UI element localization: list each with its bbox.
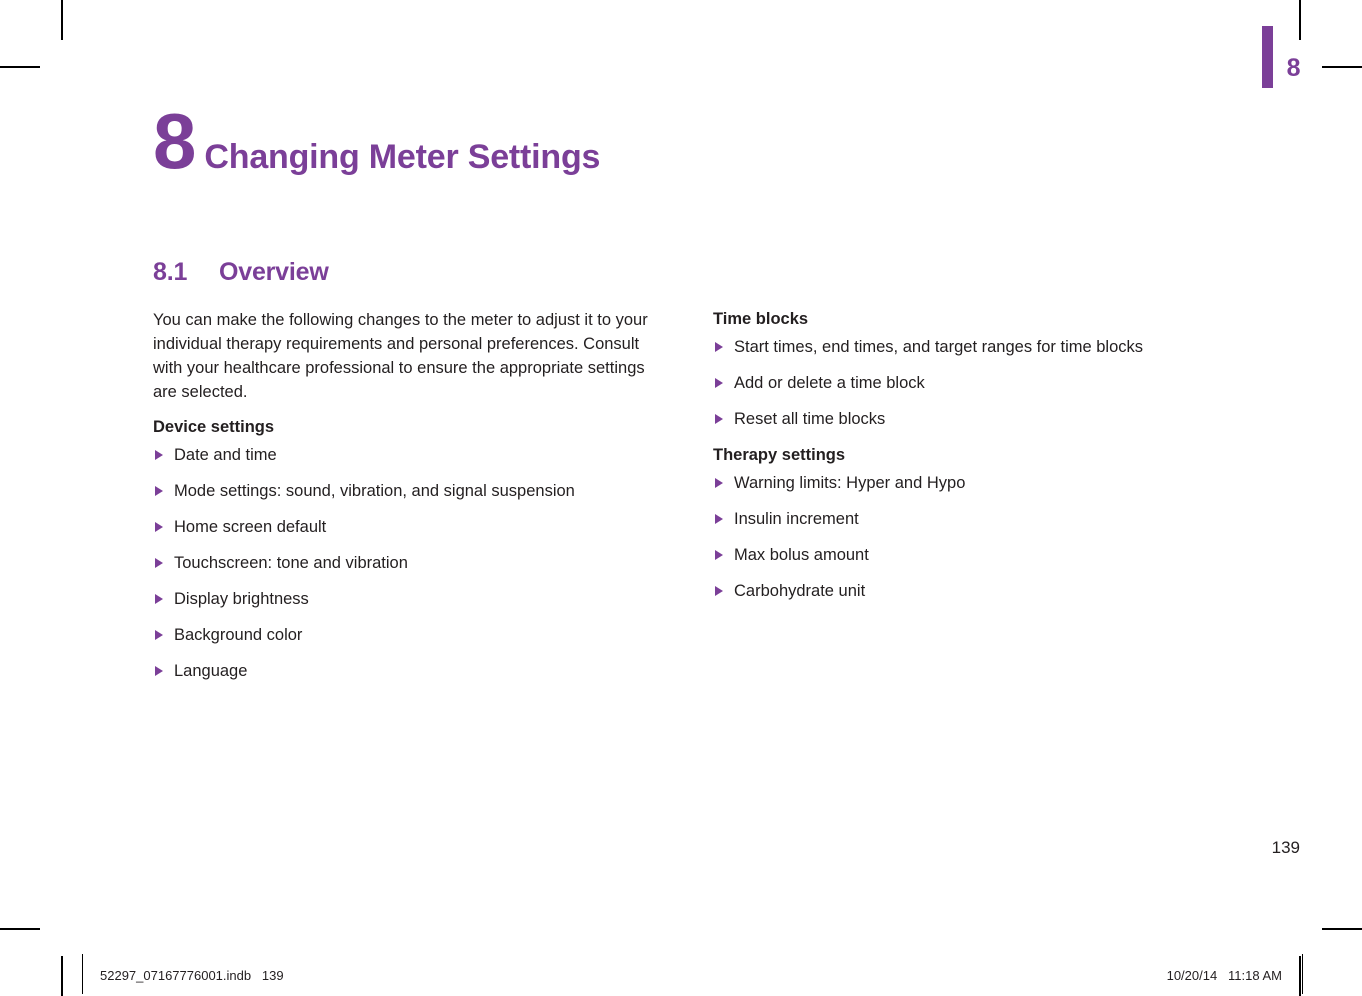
section-number: 8.1: [153, 258, 188, 286]
list-item: Display brightness: [153, 588, 659, 610]
triangle-right-icon: [715, 550, 723, 560]
chapter-tab-number: 8: [1286, 54, 1301, 82]
list-item: Insulin increment: [713, 508, 1219, 530]
content-columns: You can make the following changes to th…: [153, 308, 1219, 696]
triangle-right-icon: [715, 342, 723, 352]
manual-page: 8 8 Changing Meter Settings 8.1 Overview…: [0, 0, 1362, 930]
chapter-tab-bar: [1261, 26, 1273, 88]
footer-rule-right: [1302, 954, 1303, 994]
right-column: Time blocks Start times, end times, and …: [713, 308, 1219, 696]
list-item-label: Max bolus amount: [734, 546, 869, 564]
list-item: Max bolus amount: [713, 544, 1219, 566]
section-title: Overview: [219, 258, 329, 286]
list-item-label: Background color: [174, 626, 303, 644]
footer-timestamp: 10/20/14 11:18 AM: [1166, 968, 1282, 983]
chapter-title-text: Changing Meter Settings: [204, 138, 601, 176]
list-item: Warning limits: Hyper and Hypo: [713, 472, 1219, 494]
triangle-right-icon: [155, 666, 163, 676]
footer-rule-left: [82, 954, 83, 994]
list-item-label: Add or delete a time block: [734, 374, 925, 392]
list-item: Carbohydrate unit: [713, 580, 1219, 602]
therapy-settings-heading: Therapy settings: [713, 446, 846, 464]
list-item-label: Start times, end times, and target range…: [734, 338, 1144, 356]
chapter-number: 8: [153, 97, 196, 185]
list-item-label: Date and time: [174, 446, 277, 464]
list-item-label: Home screen default: [174, 518, 327, 536]
list-item: Reset all time blocks: [713, 408, 1219, 430]
list-item-label: Touchscreen: tone and vibration: [174, 554, 408, 572]
page-number: 139: [1271, 838, 1300, 857]
list-item-label: Insulin increment: [734, 510, 859, 528]
list-item: Home screen default: [153, 516, 659, 538]
time-blocks-list: Start times, end times, and target range…: [713, 336, 1219, 430]
triangle-right-icon: [715, 514, 723, 524]
triangle-right-icon: [155, 594, 163, 604]
triangle-right-icon: [715, 478, 723, 488]
triangle-right-icon: [715, 586, 723, 596]
list-item-label: Display brightness: [174, 590, 309, 608]
chapter-tab: 8: [1261, 26, 1301, 88]
triangle-right-icon: [715, 378, 723, 388]
list-item: Mode settings: sound, vibration, and sig…: [153, 480, 659, 502]
list-item: Add or delete a time block: [713, 372, 1219, 394]
list-item-label: Mode settings: sound, vibration, and sig…: [174, 482, 575, 500]
list-item: Start times, end times, and target range…: [713, 336, 1219, 358]
time-blocks-heading: Time blocks: [713, 310, 809, 328]
triangle-right-icon: [155, 558, 163, 568]
list-item: Background color: [153, 624, 659, 646]
triangle-right-icon: [155, 450, 163, 460]
list-item: Touchscreen: tone and vibration: [153, 552, 659, 574]
triangle-right-icon: [155, 630, 163, 640]
list-item-label: Language: [174, 662, 248, 680]
therapy-settings-list: Warning limits: Hyper and Hypo Insulin i…: [713, 472, 1219, 602]
device-settings-list: Date and time Mode settings: sound, vibr…: [153, 444, 659, 682]
proof-footer: 52297_07167776001.indb 139 10/20/14 11:1…: [0, 952, 1362, 996]
left-column: You can make the following changes to th…: [153, 308, 659, 696]
footer-file-name: 52297_07167776001.indb 139: [100, 968, 284, 983]
intro-paragraph: You can make the following changes to th…: [153, 311, 648, 401]
triangle-right-icon: [715, 414, 723, 424]
list-item-label: Reset all time blocks: [734, 410, 886, 428]
list-item: Date and time: [153, 444, 659, 466]
chapter-title: 8 Changing Meter Settings: [153, 97, 601, 185]
list-item-label: Warning limits: Hyper and Hypo: [734, 474, 966, 492]
section-heading: 8.1 Overview: [153, 258, 329, 287]
triangle-right-icon: [155, 486, 163, 496]
list-item: Language: [153, 660, 659, 682]
triangle-right-icon: [155, 522, 163, 532]
device-settings-heading: Device settings: [153, 418, 275, 436]
list-item-label: Carbohydrate unit: [734, 582, 866, 600]
